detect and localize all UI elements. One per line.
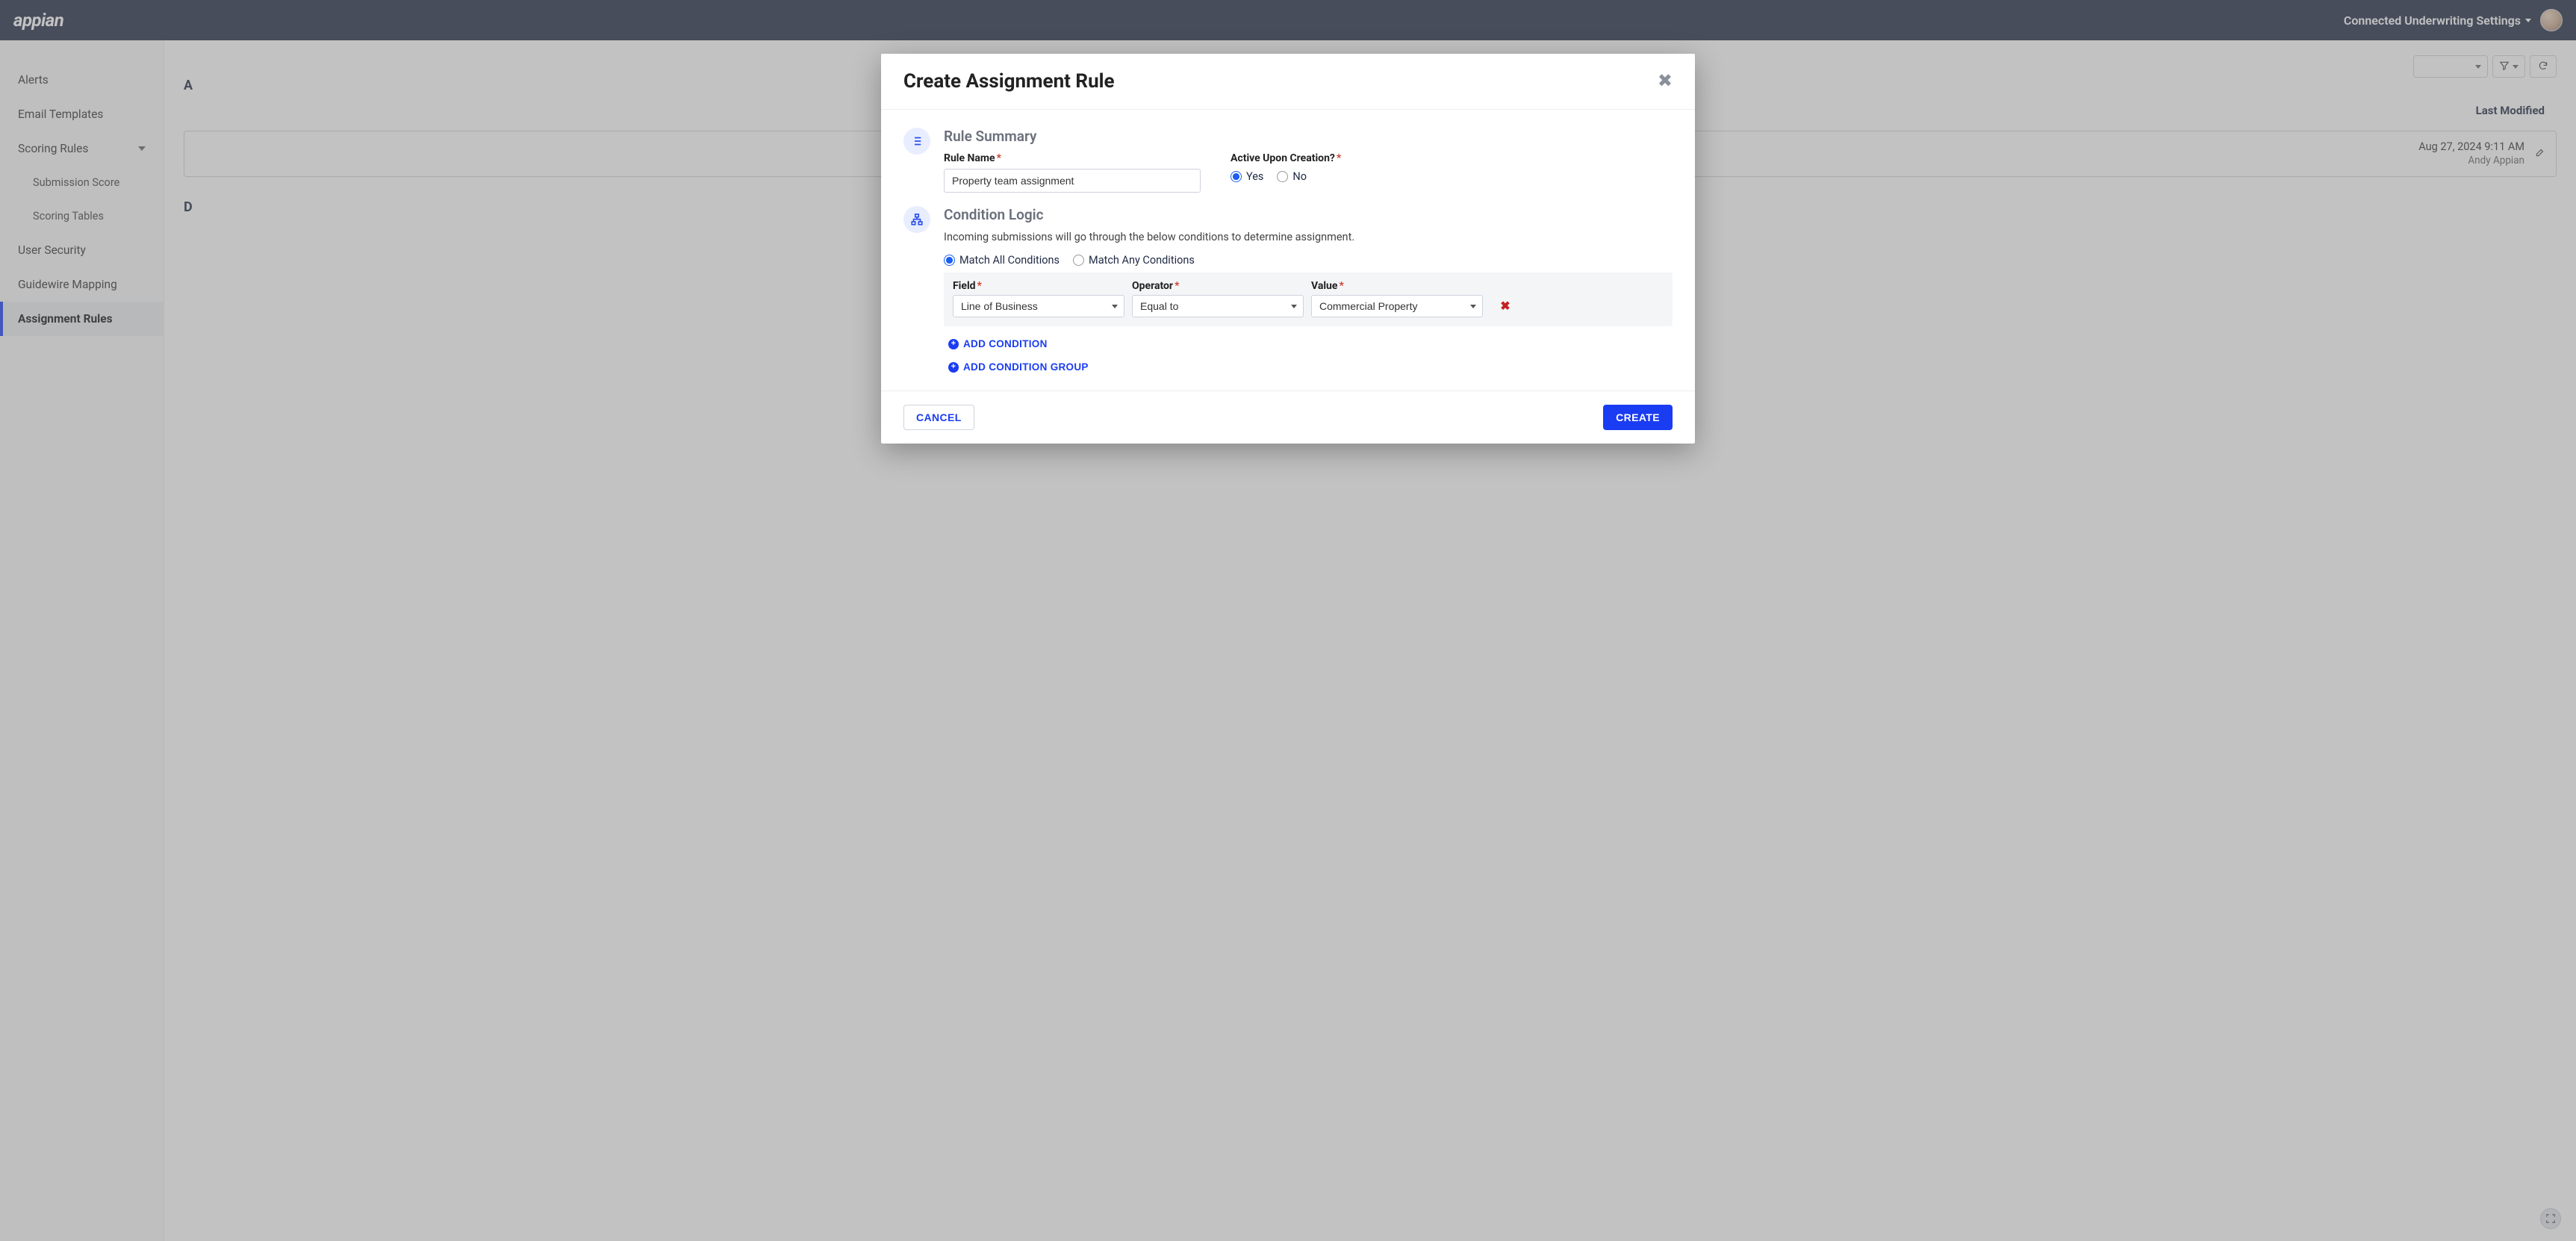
modal-title: Create Assignment Rule [903, 70, 1115, 93]
create-assignment-rule-modal: Create Assignment Rule ✖ Rule Summary Ru… [881, 54, 1695, 444]
required-asterisk: * [1339, 280, 1343, 292]
close-icon: ✖ [1658, 71, 1673, 91]
required-asterisk: * [1175, 280, 1179, 292]
add-condition-label: ADD CONDITION [963, 338, 1048, 349]
match-all-radio[interactable] [944, 255, 955, 266]
modal-body: Rule Summary Rule Name* Active Upon Crea… [881, 110, 1695, 391]
active-yes-label: Yes [1246, 170, 1263, 183]
active-no-label: No [1292, 170, 1307, 183]
match-all-option[interactable]: Match All Conditions [944, 254, 1060, 267]
active-no-radio[interactable] [1277, 171, 1288, 182]
add-condition-group-button[interactable]: + ADD CONDITION GROUP [948, 361, 1089, 373]
modal-overlay: Create Assignment Rule ✖ Rule Summary Ru… [0, 0, 2576, 1241]
condition-row: Line of Business Equal to Commercial [953, 295, 1664, 317]
rule-summary-section: Rule Summary Rule Name* Active Upon Crea… [903, 128, 1673, 196]
add-condition-button[interactable]: + ADD CONDITION [948, 338, 1048, 349]
modal-footer: CANCEL CREATE [881, 391, 1695, 444]
match-any-option[interactable]: Match Any Conditions [1073, 254, 1195, 267]
operator-column-header: Operator* [1132, 280, 1304, 292]
required-asterisk: * [1337, 152, 1341, 164]
operator-select-wrap: Equal to [1132, 295, 1304, 317]
active-upon-creation-label-text: Active Upon Creation? [1231, 152, 1335, 164]
value-column-header: Value* [1311, 280, 1483, 292]
operator-select[interactable]: Equal to [1132, 295, 1304, 317]
field-select[interactable]: Line of Business [953, 295, 1124, 317]
condition-logic-section: Condition Logic Incoming submissions wil… [903, 206, 1673, 373]
required-asterisk: * [997, 152, 1001, 164]
field-header-text: Field [953, 280, 976, 292]
cancel-button[interactable]: CANCEL [903, 405, 974, 430]
value-select[interactable]: Commercial Property [1311, 295, 1483, 317]
condition-logic-description: Incoming submissions will go through the… [944, 231, 1673, 243]
operator-header-text: Operator [1132, 280, 1173, 292]
rule-name-input[interactable] [944, 169, 1201, 193]
value-select-wrap: Commercial Property [1311, 295, 1483, 317]
hierarchy-icon [903, 206, 930, 233]
rule-summary-heading: Rule Summary [944, 128, 1673, 145]
rule-name-label-text: Rule Name [944, 152, 995, 164]
close-icon: ✖ [1500, 300, 1510, 313]
modal-header: Create Assignment Rule ✖ [881, 54, 1695, 110]
field-select-wrap: Line of Business [953, 295, 1124, 317]
plus-icon: + [948, 362, 959, 373]
value-header-text: Value [1311, 280, 1337, 292]
active-upon-creation-label: Active Upon Creation?* [1231, 152, 1341, 164]
match-any-label: Match Any Conditions [1089, 254, 1195, 267]
rule-name-label: Rule Name* [944, 152, 1201, 164]
match-all-label: Match All Conditions [959, 254, 1060, 267]
field-column-header: Field* [953, 280, 1124, 292]
list-icon [903, 128, 930, 155]
active-no-option[interactable]: No [1277, 170, 1307, 183]
add-condition-group-label: ADD CONDITION GROUP [963, 361, 1089, 373]
condition-logic-heading: Condition Logic [944, 206, 1673, 223]
required-asterisk: * [977, 280, 982, 292]
remove-condition-button[interactable]: ✖ [1490, 299, 1520, 314]
close-button[interactable]: ✖ [1658, 72, 1673, 90]
conditions-table: Field* Operator* Value* [944, 273, 1673, 326]
active-yes-option[interactable]: Yes [1231, 170, 1263, 183]
active-yes-radio[interactable] [1231, 171, 1242, 182]
create-button[interactable]: CREATE [1603, 405, 1673, 430]
match-any-radio[interactable] [1073, 255, 1084, 266]
plus-icon: + [948, 339, 959, 349]
